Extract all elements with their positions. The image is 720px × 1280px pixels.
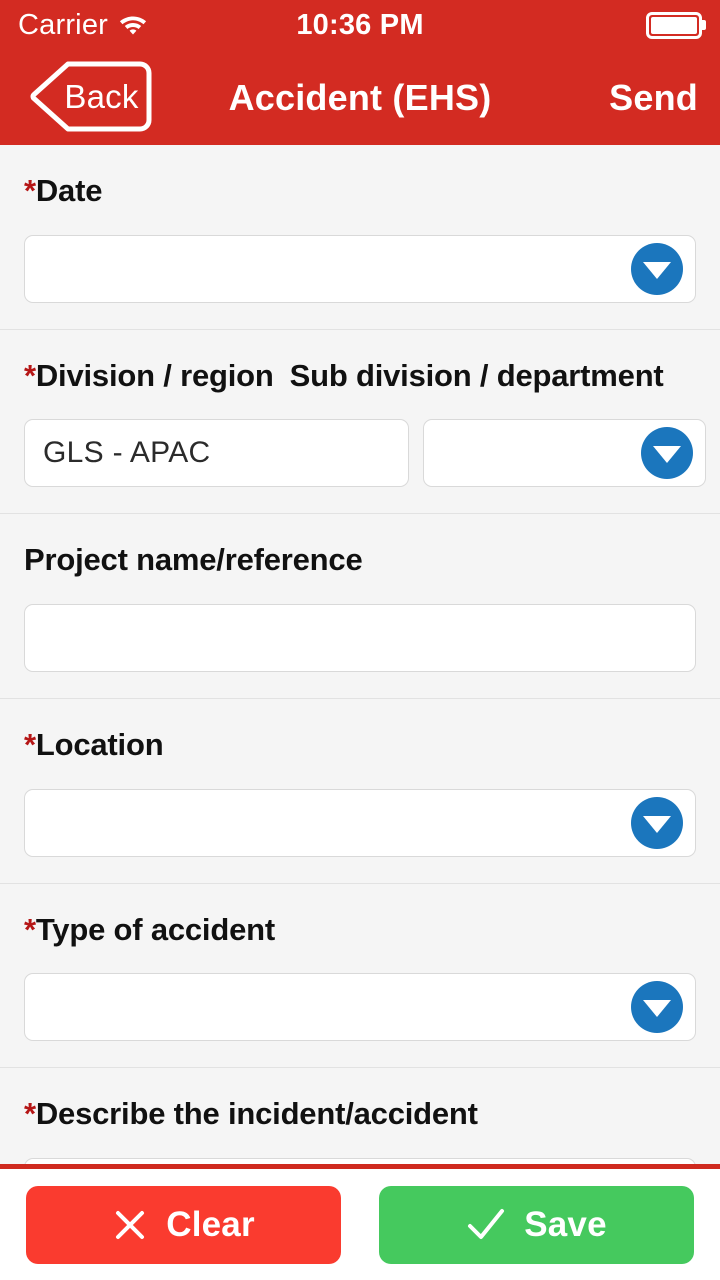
save-button[interactable]: Save	[379, 1185, 694, 1264]
required-marker: *	[24, 357, 36, 393]
date-input[interactable]	[24, 234, 696, 303]
field-label-text: Location	[35, 726, 164, 762]
clear-button-label: Clear	[166, 1204, 255, 1244]
field-row-division: GLS - APAC	[0, 419, 720, 488]
required-marker: *	[24, 173, 36, 208]
carrier-label: Carrier	[18, 8, 109, 41]
required-marker: *	[24, 1096, 36, 1132]
field-row-location	[0, 788, 720, 857]
back-button[interactable]: Back	[28, 60, 153, 133]
clear-button[interactable]: Clear	[26, 1185, 341, 1264]
wifi-icon	[118, 11, 148, 40]
check-icon	[468, 1208, 505, 1239]
field-label-text: Date	[35, 173, 103, 208]
field-label-sub-division: Sub division / department	[289, 357, 664, 393]
division-region-value: GLS - APAC	[43, 436, 211, 470]
division-region-input[interactable]: GLS - APAC	[24, 419, 409, 488]
field-row-project-name	[0, 603, 720, 672]
form-section-date: *Date	[0, 145, 720, 330]
field-label-location: *Location	[0, 727, 720, 763]
field-label-type-of-accident: *Type of accident	[0, 912, 720, 948]
field-label-project-name: Project name/reference	[24, 542, 363, 578]
project-name-input[interactable]	[24, 603, 696, 672]
field-label-division-region: Division / region	[35, 357, 274, 393]
form-scroll-area[interactable]: *Date *Division / region Sub division / d…	[0, 145, 720, 1164]
form-section-project-name: Project name/reference	[0, 514, 720, 699]
chevron-down-icon[interactable]	[631, 242, 683, 295]
chevron-down-icon[interactable]	[631, 981, 683, 1034]
back-button-label: Back	[64, 77, 139, 115]
field-label-date: *Date	[0, 173, 720, 209]
status-bar-clock: 10:36 PM	[296, 8, 424, 41]
save-button-label: Save	[524, 1204, 607, 1244]
navigation-bar: Accident (EHS) Back Send	[0, 50, 720, 145]
field-label-division-group: *Division / region Sub division / departm…	[0, 358, 720, 394]
form-section-type-of-accident: *Type of accident	[0, 883, 720, 1069]
field-row-type-of-accident	[0, 973, 720, 1042]
send-button[interactable]: Send	[609, 77, 698, 119]
form-section-location: *Location	[0, 698, 720, 884]
battery-full-icon	[646, 11, 707, 39]
required-marker: *	[24, 726, 36, 762]
type-of-accident-input[interactable]	[24, 973, 696, 1042]
chevron-down-icon[interactable]	[641, 427, 693, 480]
status-bar-left: Carrier	[18, 8, 296, 41]
field-row-date	[0, 234, 720, 303]
field-label-text: Type of accident	[35, 911, 275, 947]
chevron-down-icon[interactable]	[631, 796, 683, 849]
form-section-division: *Division / region Sub division / departm…	[0, 329, 720, 515]
x-icon	[116, 1210, 145, 1239]
field-label-describe-incident: *Describe the incident/accident	[0, 1096, 720, 1132]
form-section-describe-incident: *Describe the incident/accident	[0, 1068, 720, 1164]
app-screen: Carrier 10:36 PM Accident (EHS) Back Sen…	[0, 0, 720, 1280]
sub-division-department-input[interactable]	[423, 419, 706, 488]
bottom-action-bar: Clear Save	[0, 1164, 720, 1280]
status-bar: Carrier 10:36 PM	[0, 0, 720, 50]
field-label-text: Describe the incident/accident	[35, 1096, 478, 1132]
required-marker: *	[24, 911, 36, 947]
status-bar-right	[424, 11, 707, 39]
location-input[interactable]	[24, 788, 696, 857]
